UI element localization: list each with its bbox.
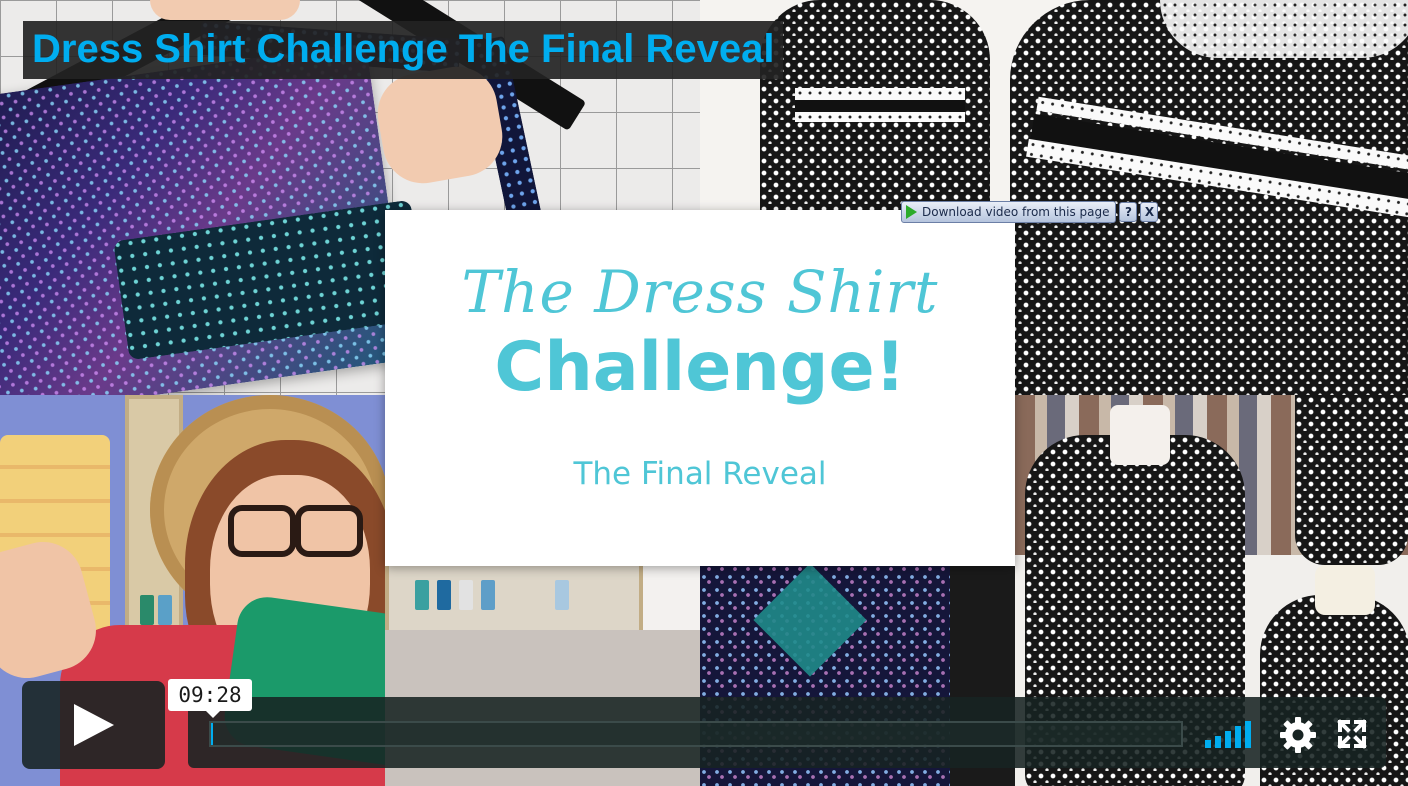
volume-icon	[1205, 720, 1257, 748]
fullscreen-button[interactable]	[1337, 719, 1367, 749]
thread-spool	[459, 580, 473, 610]
progress-fill	[211, 723, 213, 745]
doll-sleeve	[1295, 395, 1408, 565]
fullscreen-icon	[1337, 719, 1367, 749]
glasses-lens	[228, 505, 296, 557]
lace-trim	[795, 112, 965, 122]
title-card: The Dress Shirt Challenge! The Final Rev…	[385, 210, 1015, 566]
volume-bar	[1235, 726, 1241, 748]
time-tooltip: 09:28	[168, 679, 252, 718]
settings-button[interactable]	[1280, 717, 1316, 753]
volume-bar	[1215, 736, 1221, 748]
download-video-button[interactable]: Download video from this page	[901, 201, 1117, 223]
title-card-heading: Challenge!	[494, 328, 906, 407]
doll-collar	[1110, 405, 1170, 465]
play-icon	[74, 704, 114, 746]
volume-bar	[1205, 740, 1211, 748]
download-label: Download video from this page	[922, 205, 1110, 219]
lace-trim	[795, 88, 965, 100]
ribbon-trim	[795, 100, 965, 112]
hand	[150, 0, 300, 20]
thread-spool	[437, 580, 451, 610]
pinwheel	[753, 563, 867, 677]
glasses-lens	[295, 505, 363, 557]
play-button[interactable]	[22, 681, 165, 769]
volume-bar	[1225, 731, 1231, 748]
settings-icon	[1280, 717, 1316, 753]
smocked-neckline	[1160, 0, 1408, 58]
video-title[interactable]: Dress Shirt Challenge The Final Reveal	[23, 21, 784, 79]
close-button[interactable]: X	[1140, 202, 1159, 222]
download-arrow-icon	[906, 205, 917, 219]
title-card-subtitle: The Final Reveal	[573, 456, 827, 492]
doll-bonnet	[1315, 565, 1375, 615]
progress-bar[interactable]	[209, 721, 1183, 747]
thread-spool	[140, 595, 154, 625]
thread-spool	[481, 580, 495, 610]
volume-button[interactable]	[1205, 720, 1257, 748]
download-bar: Download video from this page ? X	[901, 201, 1159, 223]
thread-spool	[415, 580, 429, 610]
help-button[interactable]: ?	[1119, 202, 1138, 222]
thread-spool	[158, 595, 172, 625]
title-card-script: The Dress Shirt	[461, 258, 939, 326]
thread-spool	[555, 580, 569, 610]
volume-bar	[1245, 721, 1251, 748]
